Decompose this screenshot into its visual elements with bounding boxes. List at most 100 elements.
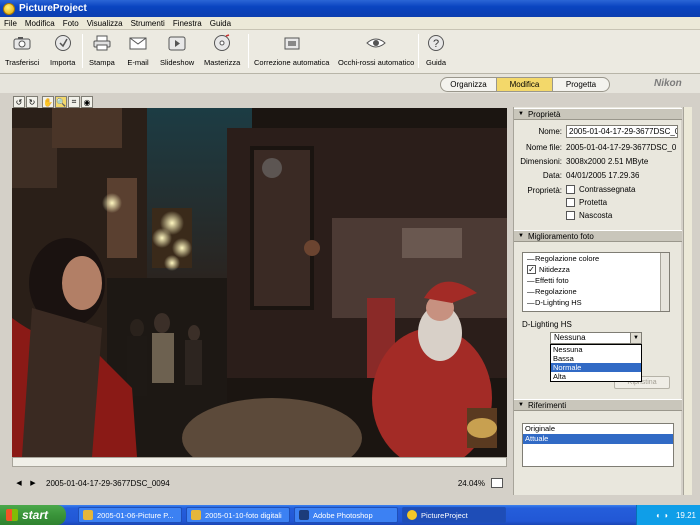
correzione-automatica-button[interactable]: Correzione automatica: [254, 32, 329, 67]
checkbox-box[interactable]: [566, 198, 575, 207]
svg-text:?: ?: [433, 38, 439, 50]
crop-tool-icon[interactable]: ⌗: [68, 96, 80, 108]
trasferisci-button[interactable]: Trasferisci: [5, 32, 39, 67]
menu-visualizza[interactable]: Visualizza: [83, 19, 127, 28]
guida-button[interactable]: ? Guida: [425, 32, 447, 67]
email-button[interactable]: E-mail: [127, 32, 149, 67]
menu-foto[interactable]: Foto: [59, 19, 83, 28]
mail-icon: [127, 32, 149, 54]
window-title: PictureProject: [19, 3, 87, 14]
d-lighting-label: D-Lighting HS: [522, 320, 572, 329]
collapse-triangle-icon: ▼: [518, 402, 524, 408]
date-value: 04/01/2005 17.29.36: [566, 171, 640, 180]
tab-modifica[interactable]: Modifica: [497, 78, 553, 91]
occhi-rossi-button[interactable]: Occhi-rossi automatico: [338, 32, 414, 67]
filename-value: 2005-01-04-17-29-3677DSC_0: [566, 143, 677, 152]
checkbox-box[interactable]: [566, 185, 575, 194]
tray-icons[interactable]: ◐ ◑: [656, 511, 668, 520]
mode-bar: Organizza Modifica Progetta Nikon: [0, 74, 700, 93]
horizontal-scrollbar[interactable]: [12, 457, 507, 467]
stampa-button[interactable]: Stampa: [89, 32, 115, 67]
title-bar: PictureProject: [0, 0, 700, 17]
main-toolbar: Trasferisci Importa Stampa E-mail Slides…: [0, 30, 700, 74]
zoom-level[interactable]: 24.04%: [458, 479, 485, 488]
enhancement-scrollbar[interactable]: [660, 253, 669, 311]
next-photo-icon[interactable]: ▶: [26, 479, 40, 487]
option-alta[interactable]: Alta: [551, 372, 641, 381]
enhancement-header[interactable]: ▼ Miglioramento foto: [514, 230, 682, 242]
slideshow-button[interactable]: Slideshow: [160, 32, 194, 67]
menu-finestra[interactable]: Finestra: [169, 19, 206, 28]
task-pictureproject[interactable]: PictureProject: [402, 507, 506, 523]
image-viewer: ↺ ↻ ✋ 🔍 ⌗ ◉ ◀ ▶ 2005-01-04-17-29-3677DSC…: [8, 93, 510, 496]
references-list: Originale Attuale: [522, 423, 674, 467]
chevron-down-icon[interactable]: ▼: [630, 333, 641, 343]
photo-preview[interactable]: [12, 108, 507, 457]
checkbox-nascosta[interactable]: Nascosta: [566, 211, 612, 220]
auto-correct-icon: [281, 32, 303, 54]
start-button[interactable]: start: [0, 505, 66, 525]
dimensions-label: Dimensioni:: [520, 157, 562, 166]
hand-tool-icon[interactable]: ✋: [42, 96, 54, 108]
menu-bar: File Modifica Foto Visualizza Strumenti …: [0, 17, 700, 30]
enhancement-list: — Regolazione colore ✓ Nitidezza — Effetti …: [522, 252, 670, 312]
date-label: Data:: [542, 171, 562, 180]
enh-item-nitidezza[interactable]: ✓ Nitidezza: [523, 264, 669, 275]
option-normale[interactable]: Normale: [551, 363, 641, 372]
reference-attuale[interactable]: Attuale: [523, 434, 673, 444]
menu-guida[interactable]: Guida: [206, 19, 235, 28]
check-icon[interactable]: ✓: [527, 265, 536, 274]
photo-filename: 2005-01-04-17-29-3677DSC_0094: [46, 478, 170, 488]
d-lighting-select[interactable]: Nessuna ▼: [550, 332, 642, 344]
taskbar: start 2005-01-06-Picture P... 2005-01-10…: [0, 505, 700, 525]
tab-organizza[interactable]: Organizza: [441, 78, 497, 91]
rotate-right-icon[interactable]: ↻: [26, 96, 38, 108]
menu-strumenti[interactable]: Strumenti: [127, 19, 169, 28]
menu-modifica[interactable]: Modifica: [21, 19, 59, 28]
panel-scrollbar[interactable]: [683, 107, 692, 495]
task-picture-folder[interactable]: 2005-01-06-Picture P...: [78, 507, 182, 523]
slideshow-icon: [166, 32, 188, 54]
properties-panel: ▼ Proprietà Nome: 2005-01-04-17-29-3677D…: [513, 107, 682, 495]
tab-progetta[interactable]: Progetta: [553, 78, 609, 91]
camera-icon: [11, 32, 33, 54]
option-bassa[interactable]: Bassa: [551, 354, 641, 363]
collapse-triangle-icon: ▼: [518, 111, 524, 117]
app-icon: [3, 2, 15, 15]
checkbox-contrassegnata[interactable]: Contrassegnata: [566, 185, 635, 194]
import-icon: [52, 32, 74, 54]
task-photoshop[interactable]: Adobe Photoshop: [294, 507, 398, 523]
reference-originale[interactable]: Originale: [523, 424, 673, 434]
checkbox-box[interactable]: [566, 211, 575, 220]
nikon-logo: Nikon: [654, 78, 682, 89]
checkbox-protetta[interactable]: Protetta: [566, 198, 607, 207]
folder-icon: [191, 510, 201, 520]
help-icon: ?: [425, 32, 447, 54]
system-tray: ◐ ◑ 19.21: [636, 505, 700, 525]
menu-file[interactable]: File: [0, 19, 21, 28]
option-nessuna[interactable]: Nessuna: [551, 345, 641, 354]
folder-icon: [83, 510, 93, 520]
properties-header[interactable]: ▼ Proprietà: [514, 108, 682, 120]
attributes-label: Proprietà:: [527, 186, 562, 195]
rotate-left-icon[interactable]: ↺: [13, 96, 25, 108]
references-header[interactable]: ▼ Riferimenti: [514, 399, 682, 411]
mode-tabs: Organizza Modifica Progetta: [440, 77, 610, 92]
enh-item-regolazione-colore[interactable]: — Regolazione colore: [523, 253, 669, 264]
clock: 19.21: [675, 510, 696, 520]
name-field[interactable]: 2005-01-04-17-29-3677DSC_0: [566, 125, 678, 138]
printer-icon: [91, 32, 113, 54]
masterizza-button[interactable]: Masterizza: [204, 32, 240, 67]
enh-item-effetti-foto[interactable]: — Effetti foto: [523, 275, 669, 286]
toolbar-separator: [82, 34, 83, 68]
fit-to-window-icon[interactable]: [491, 478, 503, 488]
task-foto-digitali[interactable]: 2005-01-10-foto digitali: [186, 507, 290, 523]
previous-photo-icon[interactable]: ◀: [12, 479, 26, 487]
enh-item-d-lighting[interactable]: — D-Lighting HS: [523, 297, 669, 308]
zoom-tool-icon[interactable]: 🔍: [55, 96, 67, 108]
importa-button[interactable]: Importa: [50, 32, 75, 67]
enh-item-regolazione[interactable]: — Regolazione: [523, 286, 669, 297]
red-eye-tool-icon[interactable]: ◉: [81, 96, 93, 108]
pictureproject-icon: [407, 510, 417, 520]
red-eye-icon: [365, 32, 387, 54]
